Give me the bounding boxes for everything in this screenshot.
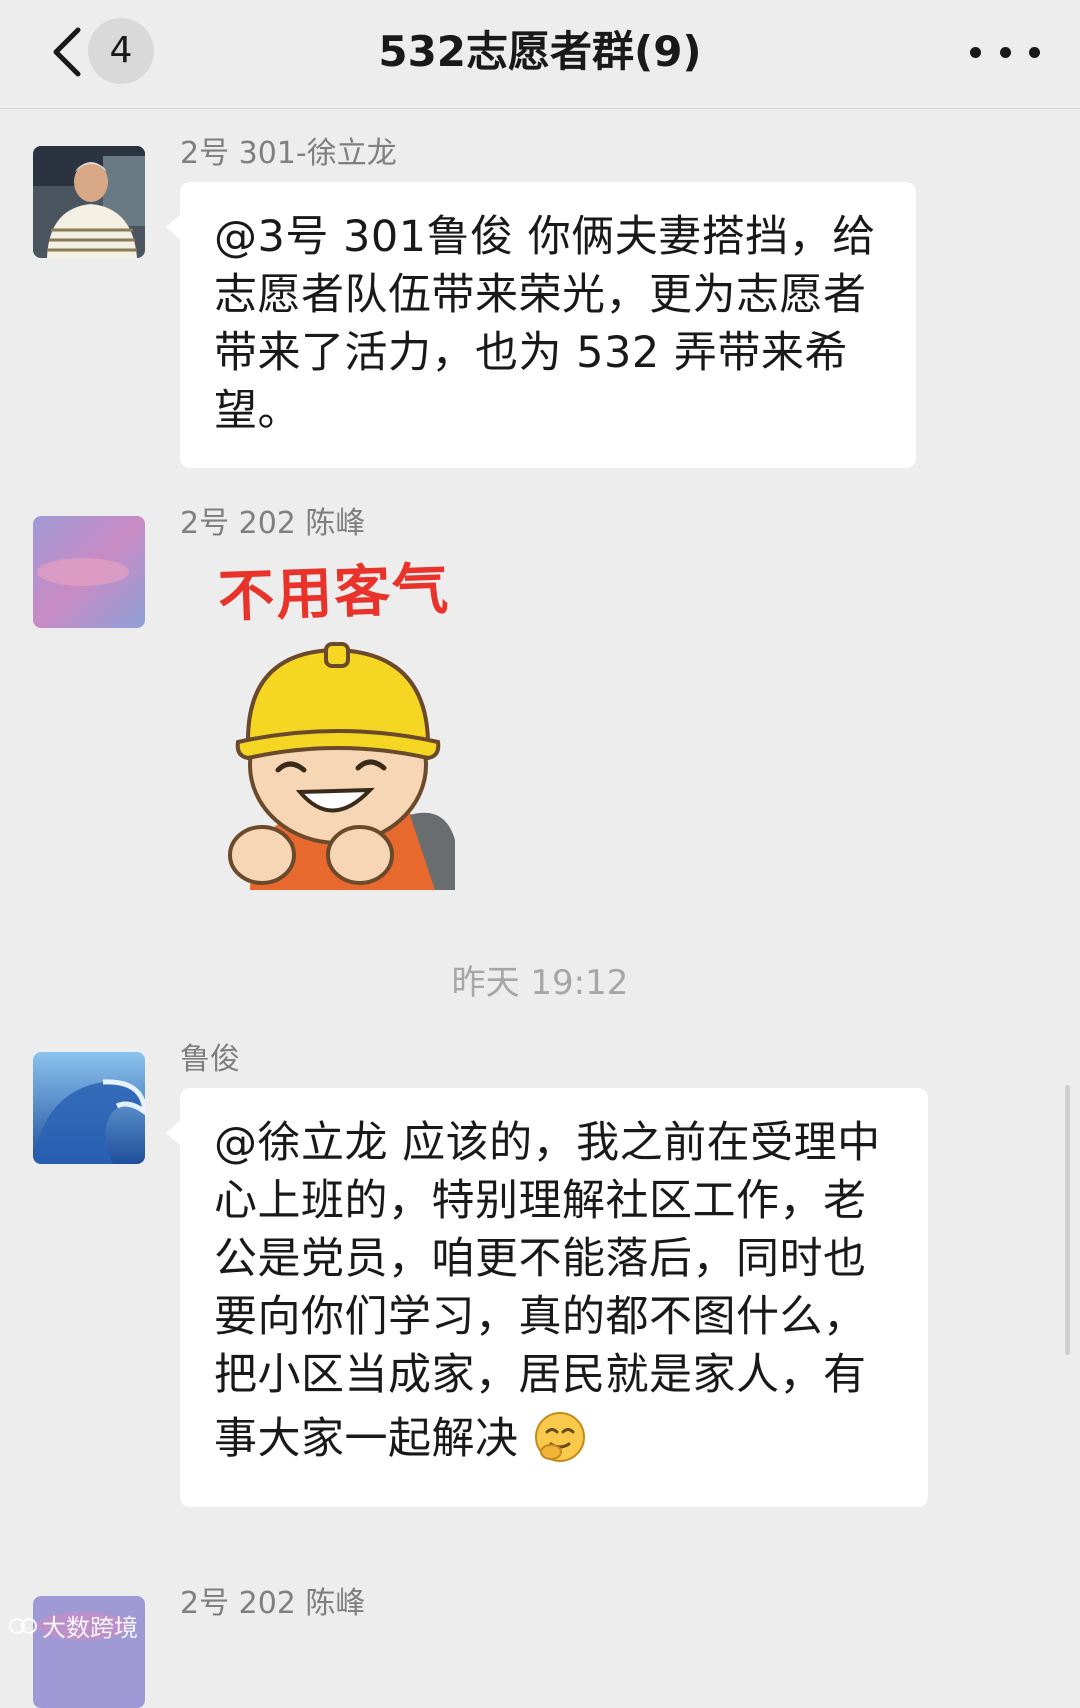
sticker-message[interactable]: 不用客气 <box>210 548 500 890</box>
chevron-left-icon <box>53 27 81 77</box>
message-bubble[interactable]: @3号 301鲁俊 你俩夫妻搭挡，给志愿者队伍带来荣光，更为志愿者带来了活力，也… <box>166 182 916 468</box>
watermark-text: 大数跨境 <box>42 1614 138 1642</box>
avatar[interactable] <box>33 146 145 258</box>
message-text: @3号 301鲁俊 你俩夫妻搭挡，给志愿者队伍带来荣光，更为志愿者带来了活力，也… <box>214 212 876 436</box>
avatar-photo-man <box>33 146 145 258</box>
sender-name: 鲁俊 <box>180 1042 240 1077</box>
chat-title: 532志愿者群(9) <box>378 27 702 76</box>
avatar[interactable] <box>33 516 145 628</box>
unread-count-badge[interactable]: 4 <box>88 18 154 84</box>
message-bubble[interactable]: @徐立龙 应该的，我之前在受理中心上班的，特别理解社区工作，老公是党员，咱更不能… <box>166 1088 928 1507</box>
more-dot-icon <box>1029 46 1040 58</box>
sender-name: 2号 202 陈峰 <box>180 506 366 541</box>
sender-name: 2号 301-徐立龙 <box>180 136 397 171</box>
watermark-logo-icon <box>9 1617 37 1634</box>
avatar-sky-image <box>33 516 145 628</box>
back-button[interactable] <box>36 22 96 82</box>
avatar[interactable] <box>33 1052 145 1164</box>
more-options-button[interactable] <box>970 32 1040 72</box>
sender-name: 2号 202 陈峰 <box>180 1586 366 1621</box>
chat-header: 4 532志愿者群(9) <box>0 0 1080 109</box>
chat-timestamp: 昨天 19:12 <box>451 963 629 1003</box>
smile-emoji-icon <box>533 1410 587 1479</box>
watermark: 大数跨境 <box>8 1608 138 1643</box>
scrollbar[interactable] <box>1065 1085 1070 1355</box>
more-dot-icon <box>999 46 1011 58</box>
helmet-worker-sticker-icon <box>228 642 455 890</box>
more-dot-icon <box>970 46 981 58</box>
avatar-wave-image <box>33 1052 145 1164</box>
